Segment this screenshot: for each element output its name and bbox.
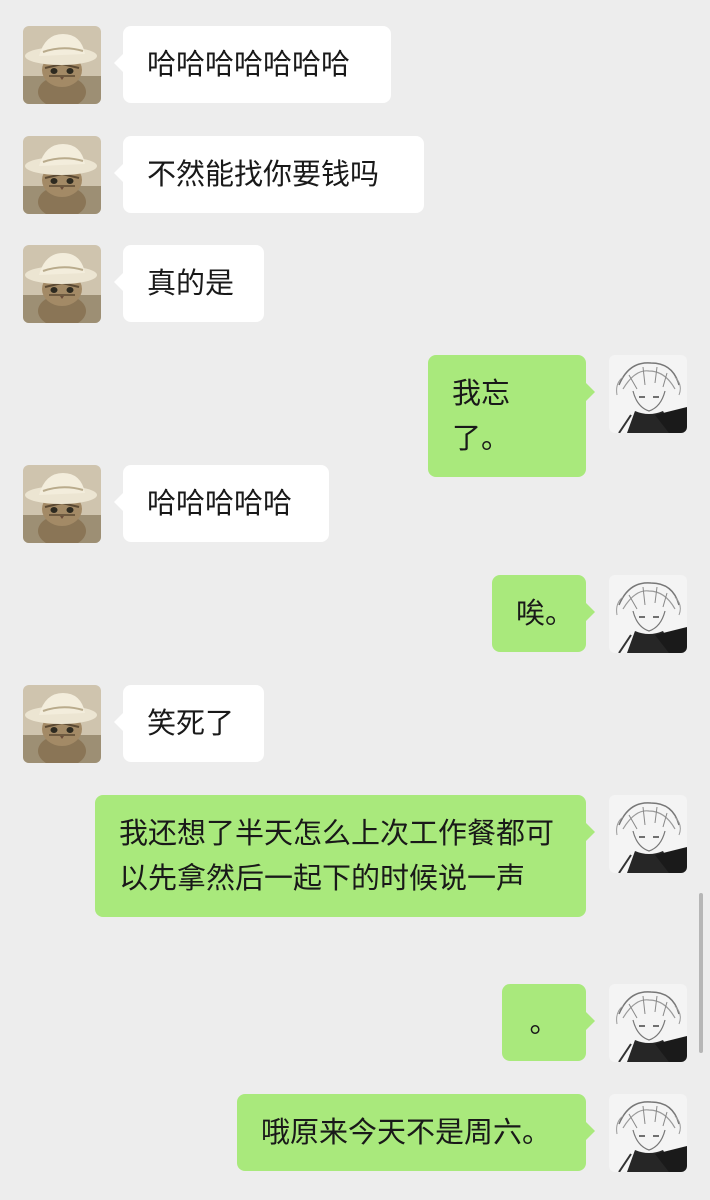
incoming-message-bubble[interactable]: 不然能找你要钱吗 (114, 136, 424, 213)
cat-with-hat-avatar[interactable] (23, 136, 101, 214)
incoming-message-bubble[interactable]: 哈哈哈哈哈哈哈 (114, 26, 391, 103)
anime-sketch-avatar[interactable] (609, 984, 687, 1062)
anime-sketch-avatar[interactable] (609, 1094, 687, 1172)
incoming-message-bubble[interactable]: 哈哈哈哈哈 (114, 465, 329, 542)
anime-sketch-avatar[interactable] (609, 575, 687, 653)
cat-with-hat-avatar[interactable] (23, 685, 101, 763)
cat-with-hat-avatar[interactable] (23, 26, 101, 104)
outgoing-message-bubble[interactable]: 我忘了。 (428, 355, 595, 477)
anime-sketch-avatar[interactable] (609, 355, 687, 433)
outgoing-message-bubble[interactable]: 唉。 (492, 575, 595, 652)
incoming-message-bubble[interactable]: 笑死了 (114, 685, 264, 762)
cat-with-hat-avatar[interactable] (23, 245, 101, 323)
outgoing-message-bubble[interactable]: 。 (502, 984, 595, 1061)
cat-with-hat-avatar[interactable] (23, 465, 101, 543)
scrollbar[interactable] (699, 893, 703, 1053)
outgoing-message-bubble[interactable]: 我还想了半天怎么上次工作餐都可以先拿然后一起下的时候说一声 (95, 795, 595, 917)
anime-sketch-avatar[interactable] (609, 795, 687, 873)
incoming-message-bubble[interactable]: 真的是 (114, 245, 264, 322)
chat-window: 哈哈哈哈哈哈哈 不然能找你要钱吗 真的是 我忘了。 哈哈哈哈哈 唉。 笑死了 我… (0, 0, 710, 1200)
outgoing-message-bubble[interactable]: 哦原来今天不是周六。 (237, 1094, 595, 1171)
